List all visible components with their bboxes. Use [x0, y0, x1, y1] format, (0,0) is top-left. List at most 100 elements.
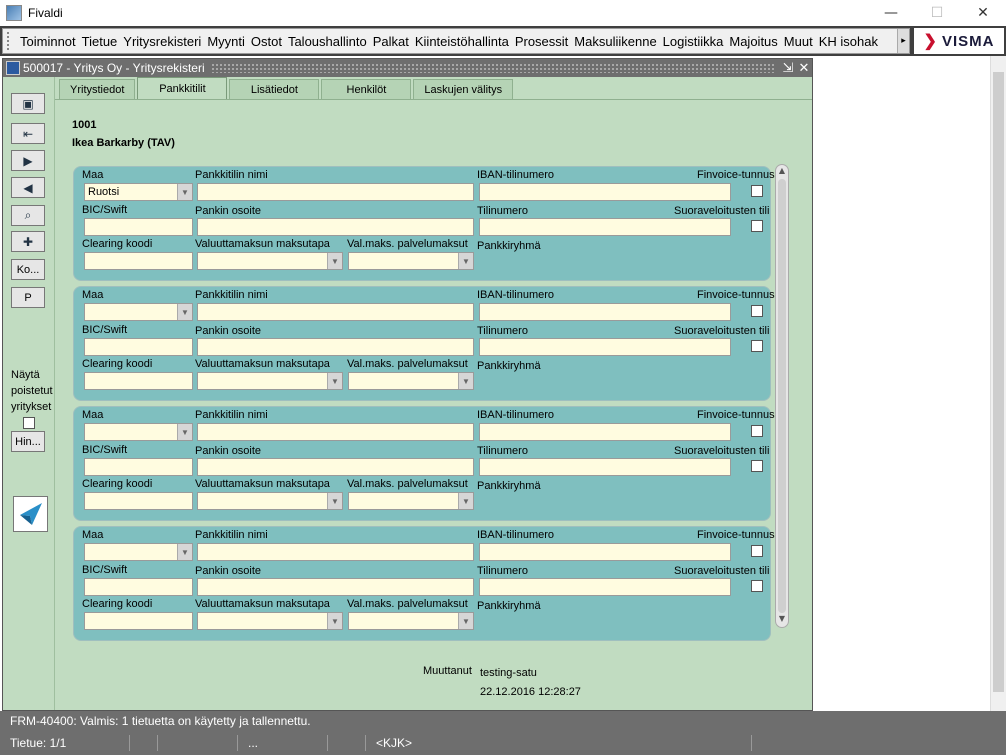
account-number-input[interactable] — [479, 338, 731, 356]
menu-yritysrekisteri[interactable]: Yritysrekisteri — [120, 34, 204, 49]
fx-payment-method-select[interactable]: ▼ — [197, 252, 343, 270]
clearing-input[interactable] — [84, 252, 193, 270]
finvoice-checkbox[interactable] — [751, 305, 763, 317]
fx-payment-method-select[interactable]: ▼ — [197, 492, 343, 510]
mdi-scroll-thumb[interactable] — [993, 72, 1004, 692]
menu-ostot[interactable]: Ostot — [248, 34, 285, 49]
menu-majoitus[interactable]: Majoitus — [726, 34, 780, 49]
country-select[interactable]: ▼ — [84, 303, 193, 321]
close-icon[interactable]: ✕ — [960, 0, 1006, 26]
menu-tietue[interactable]: Tietue — [79, 34, 121, 49]
menu-maksuliikenne[interactable]: Maksuliikenne — [571, 34, 659, 49]
country-select[interactable]: Ruotsi ▼ — [84, 183, 193, 201]
account-number-input[interactable] — [479, 458, 731, 476]
chevron-down-icon[interactable]: ▼ — [327, 613, 342, 629]
chevron-down-icon[interactable]: ▼ — [327, 373, 342, 389]
fx-payment-method-select[interactable]: ▼ — [197, 372, 343, 390]
iban-input[interactable] — [479, 303, 731, 321]
fx-service-fee-select[interactable]: ▼ — [348, 612, 474, 630]
account-number-input[interactable] — [479, 218, 731, 236]
bic-input[interactable] — [84, 218, 193, 236]
accounts-scrollbar[interactable]: ▲ ▼ — [775, 164, 789, 628]
country-select[interactable]: ▼ — [84, 543, 193, 561]
clearing-input[interactable] — [84, 492, 193, 510]
account-name-input[interactable] — [197, 423, 474, 441]
direct-debit-checkbox[interactable] — [751, 340, 763, 352]
chevron-down-icon[interactable]: ▼ — [458, 253, 473, 269]
finvoice-checkbox[interactable] — [751, 545, 763, 557]
chevron-down-icon[interactable]: ▼ — [177, 544, 192, 560]
show-deleted-checkbox[interactable] — [23, 417, 35, 429]
save-button[interactable]: ▣ — [11, 93, 45, 114]
chevron-down-icon[interactable]: ▼ — [327, 253, 342, 269]
previous-record-button[interactable]: ◀ — [11, 177, 45, 198]
menu-muut[interactable]: Muut — [781, 34, 816, 49]
tab-laskujen-valitys[interactable]: Laskujen välitys — [413, 79, 514, 99]
tab-lisatiedot[interactable]: Lisätiedot — [229, 79, 320, 99]
bank-address-input[interactable] — [197, 578, 474, 596]
chevron-down-icon[interactable]: ▼ — [327, 493, 342, 509]
ko-button[interactable]: Ko... — [11, 259, 45, 280]
account-number-input[interactable] — [479, 578, 731, 596]
fx-service-fee-select[interactable]: ▼ — [348, 252, 474, 270]
menu-myynti[interactable]: Myynti — [204, 34, 248, 49]
menu-more-arrow-icon[interactable]: ▸ — [897, 29, 909, 53]
tab-henkilot[interactable]: Henkilöt — [321, 79, 412, 99]
visma-fivaldi-logo[interactable] — [13, 496, 48, 532]
finvoice-checkbox[interactable] — [751, 185, 763, 197]
fx-service-fee-select[interactable]: ▼ — [348, 492, 474, 510]
tab-pankkitilit[interactable]: Pankkitilit — [137, 77, 228, 99]
chevron-down-icon[interactable]: ▼ — [458, 613, 473, 629]
document-close-icon[interactable]: ✕ — [796, 60, 812, 76]
direct-debit-checkbox[interactable] — [751, 460, 763, 472]
account-name-input[interactable] — [197, 183, 474, 201]
search-button[interactable]: ⌕ — [11, 205, 45, 226]
chevron-down-icon[interactable]: ▼ — [177, 184, 192, 200]
iban-input[interactable] — [479, 423, 731, 441]
menu-logistiikka[interactable]: Logistiikka — [660, 34, 727, 49]
hin-button[interactable]: Hin... — [11, 431, 45, 452]
menu-kiinteistohallinta[interactable]: Kiinteistöhallinta — [412, 34, 512, 49]
bank-address-input[interactable] — [197, 458, 474, 476]
chevron-down-icon[interactable]: ▼ — [458, 373, 473, 389]
maximize-icon[interactable]: ☐ — [914, 0, 960, 26]
mdi-vertical-scrollbar[interactable] — [990, 56, 1006, 711]
first-record-button[interactable]: ⇤ — [11, 123, 45, 144]
direct-debit-checkbox[interactable] — [751, 580, 763, 592]
country-select[interactable]: ▼ — [84, 423, 193, 441]
bank-address-input[interactable] — [197, 218, 474, 236]
restore-icon[interactable]: ⇲ — [780, 60, 796, 76]
menu-grip-icon[interactable] — [7, 32, 13, 50]
menu-taloushallinto[interactable]: Taloushallinto — [285, 34, 370, 49]
p-button[interactable]: P — [11, 287, 45, 308]
scroll-down-icon[interactable]: ▼ — [776, 614, 788, 626]
show-deleted-label: Näytä poistetut yritykset — [11, 369, 53, 413]
bic-input[interactable] — [84, 338, 193, 356]
accounts-scroll-thumb[interactable] — [778, 179, 786, 613]
chevron-down-icon[interactable]: ▼ — [177, 424, 192, 440]
new-record-button[interactable]: ✚ — [11, 231, 45, 252]
fx-service-fee-select[interactable]: ▼ — [348, 372, 474, 390]
account-name-input[interactable] — [197, 303, 474, 321]
iban-input[interactable] — [479, 183, 731, 201]
chevron-down-icon[interactable]: ▼ — [177, 304, 192, 320]
menu-prosessit[interactable]: Prosessit — [512, 34, 571, 49]
bic-input[interactable] — [84, 458, 193, 476]
direct-debit-checkbox[interactable] — [751, 220, 763, 232]
clearing-input[interactable] — [84, 612, 193, 630]
next-record-button[interactable]: ▶ — [11, 150, 45, 171]
menu-toiminnot[interactable]: Toiminnot — [17, 34, 79, 49]
finvoice-checkbox[interactable] — [751, 425, 763, 437]
fx-payment-method-select[interactable]: ▼ — [197, 612, 343, 630]
menu-palkat[interactable]: Palkat — [370, 34, 412, 49]
clearing-input[interactable] — [84, 372, 193, 390]
minimize-icon[interactable]: — — [868, 0, 914, 26]
bic-input[interactable] — [84, 578, 193, 596]
tab-yritystiedot[interactable]: Yritystiedot — [59, 79, 136, 99]
menu-kh-isohak[interactable]: KH isohak — [816, 34, 881, 49]
bank-address-input[interactable] — [197, 338, 474, 356]
scroll-up-icon[interactable]: ▲ — [776, 166, 788, 178]
chevron-down-icon[interactable]: ▼ — [458, 493, 473, 509]
account-name-input[interactable] — [197, 543, 474, 561]
iban-input[interactable] — [479, 543, 731, 561]
